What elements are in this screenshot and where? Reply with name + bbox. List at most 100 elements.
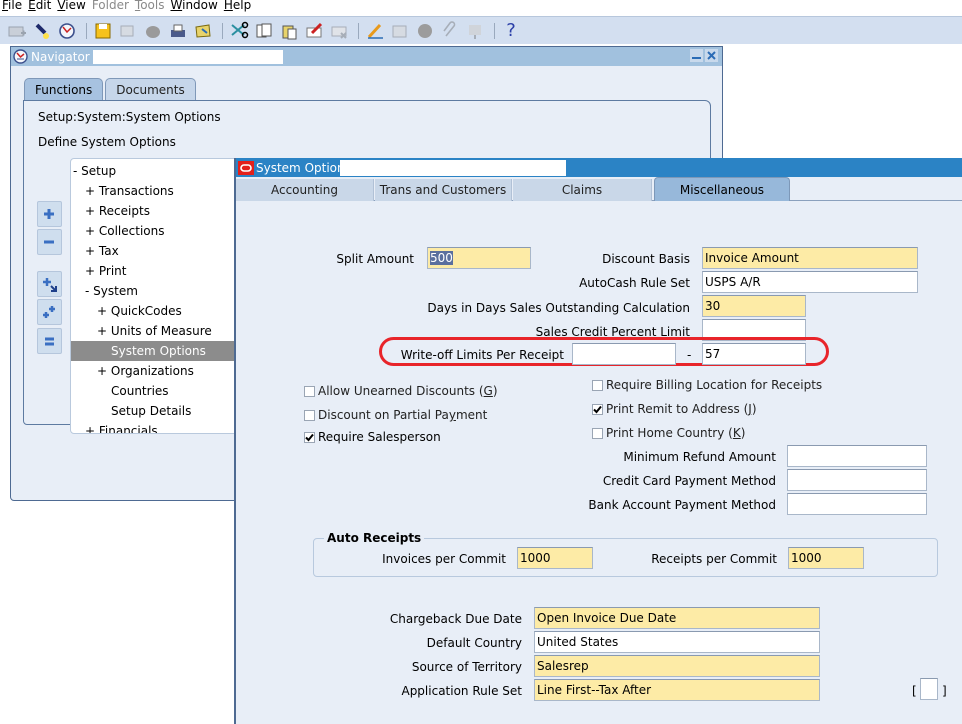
receipts-per-commit-field[interactable]: 1000	[788, 547, 864, 569]
print-home-country-checkbox[interactable]: Print Home Country (K)	[592, 426, 745, 440]
mnemonic: J	[748, 402, 752, 416]
tree-item[interactable]: + Financials	[85, 421, 158, 433]
menu-mnemonic: W	[170, 0, 183, 12]
navigator-button[interactable]	[56, 20, 78, 42]
folder-tools-icon	[469, 24, 481, 39]
tree-item[interactable]: + Print	[85, 261, 126, 281]
checkbox-checked-icon[interactable]	[304, 431, 315, 443]
navigator-icon	[59, 22, 75, 39]
min-refund-field[interactable]	[787, 445, 927, 467]
print-button[interactable]	[167, 20, 189, 42]
menu-edit[interactable]: Edit	[26, 0, 55, 14]
checkbox-label: Require Salesperson	[318, 430, 441, 444]
checkbox-label: Require Billing Location for Receipts	[606, 378, 823, 392]
tree-item[interactable]: + Tax	[85, 241, 119, 261]
autocash-rule-set-field[interactable]: USPS A/R	[702, 271, 918, 293]
checkbox-checked-icon[interactable]	[592, 403, 603, 415]
menu-folder[interactable]: Folder	[90, 0, 133, 14]
checkbox-unchecked-icon[interactable]	[304, 385, 315, 397]
print-remit-checkbox[interactable]: Print Remit to Address (J)	[592, 402, 757, 416]
mnemonic: y	[448, 408, 456, 422]
chargeback-due-date-field[interactable]: Open Invoice Due Date	[534, 607, 820, 629]
split-amount-field[interactable]: 500	[427, 247, 531, 269]
menu-view[interactable]: View	[55, 0, 89, 14]
default-country-label: Default Country	[426, 636, 522, 650]
delete-record-button[interactable]	[328, 20, 350, 42]
toolbar-separator	[86, 22, 87, 39]
invoices-per-commit-field[interactable]: 1000	[517, 547, 593, 569]
writeoff-limits-from-field[interactable]	[572, 343, 676, 365]
redacted-region	[93, 50, 283, 64]
expand-all-button[interactable]	[37, 299, 62, 325]
cc-payment-method-field[interactable]	[787, 469, 927, 491]
zoom-button[interactable]	[389, 20, 411, 42]
oracle-app-icon	[13, 49, 28, 64]
menu-tools[interactable]: Tools	[133, 0, 169, 14]
collapse-button[interactable]	[37, 229, 62, 255]
tab-documents[interactable]: Documents	[105, 78, 196, 100]
next-step-icon	[120, 25, 134, 36]
tab-accounting[interactable]: Accounting	[236, 179, 374, 201]
translations-button[interactable]	[414, 20, 436, 42]
paste-button[interactable]	[278, 20, 300, 42]
copy-button[interactable]	[253, 20, 275, 42]
tab-functions[interactable]: Functions	[24, 78, 104, 100]
redacted-region	[340, 160, 566, 176]
close-button[interactable]	[705, 49, 718, 62]
default-country-field[interactable]: United States	[534, 631, 820, 653]
help-button[interactable]: ?	[500, 20, 522, 42]
new-record-button[interactable]	[6, 20, 28, 42]
application-rule-set-field[interactable]: Line First--Tax After	[534, 679, 820, 701]
tree-item[interactable]: + Units of Measure	[97, 321, 212, 341]
tree-item[interactable]: + Transactions	[85, 181, 174, 201]
menu-help[interactable]: Help	[222, 0, 255, 14]
checkbox-unchecked-icon[interactable]	[592, 379, 603, 391]
expand-button[interactable]	[37, 201, 62, 227]
tree-item[interactable]: + Collections	[85, 221, 164, 241]
allow-unearned-checkbox[interactable]: Allow Unearned Discounts (G)	[304, 384, 498, 398]
tree-item[interactable]: Countries	[111, 381, 169, 401]
tree-item[interactable]: + Receipts	[85, 201, 150, 221]
system-options-title: System Options	[256, 160, 351, 175]
minimize-button[interactable]	[690, 49, 703, 62]
require-salesperson-checkbox[interactable]: Require Salesperson	[304, 430, 441, 444]
writeoff-limits-to-field[interactable]: 57	[702, 343, 806, 365]
checkbox-unchecked-icon[interactable]	[304, 409, 315, 421]
require-billing-loc-checkbox[interactable]: Require Billing Location for Receipts	[592, 378, 822, 392]
bank-payment-method-field[interactable]	[787, 493, 927, 515]
close-form-button[interactable]	[192, 20, 214, 42]
edit-field-button[interactable]	[364, 20, 386, 42]
navigator-title-bar[interactable]: Navigator -	[11, 47, 722, 66]
system-options-title-bar[interactable]: System Options	[236, 158, 962, 177]
find-button[interactable]	[31, 20, 53, 42]
tree-item[interactable]: - System	[85, 281, 138, 301]
tree-item[interactable]: - Setup	[73, 161, 116, 181]
tree-item[interactable]: + Organizations	[97, 361, 194, 381]
checkbox-unchecked-icon[interactable]	[592, 427, 603, 439]
save-button[interactable]	[92, 20, 114, 42]
clear-record-button[interactable]	[303, 20, 325, 42]
next-step-button[interactable]	[117, 20, 139, 42]
menu-window[interactable]: Window	[169, 0, 222, 14]
menu-file[interactable]: File	[0, 0, 26, 14]
attachments-button[interactable]	[439, 20, 461, 42]
tree-item[interactable]: + QuickCodes	[97, 301, 182, 321]
tab-trans-and-customers[interactable]: Trans and Customers	[375, 179, 512, 201]
folder-tools-button[interactable]	[464, 20, 486, 42]
collapse-all-button[interactable]	[37, 328, 62, 354]
switch-responsibility-button[interactable]	[142, 20, 164, 42]
min-refund-label: Minimum Refund Amount	[623, 450, 776, 464]
days-dso-field[interactable]: 30	[702, 295, 806, 317]
chargeback-due-date-label: Chargeback Due Date	[389, 612, 522, 626]
navigator-description: Define System Options	[38, 135, 176, 149]
discount-partial-checkbox[interactable]: Discount on Partial Payment	[304, 408, 487, 422]
tab-miscellaneous[interactable]: Miscellaneous	[654, 177, 790, 201]
discount-basis-field[interactable]: Invoice Amount	[702, 247, 918, 269]
tree-item[interactable]: Setup Details	[111, 401, 191, 421]
expand-branch-button[interactable]	[37, 271, 62, 297]
tab-claims[interactable]: Claims	[513, 179, 652, 201]
expand-all-icon	[43, 305, 55, 318]
descriptive-flexfield[interactable]	[920, 678, 938, 700]
cut-button[interactable]	[228, 20, 250, 42]
source-of-territory-field[interactable]: Salesrep	[534, 655, 820, 677]
